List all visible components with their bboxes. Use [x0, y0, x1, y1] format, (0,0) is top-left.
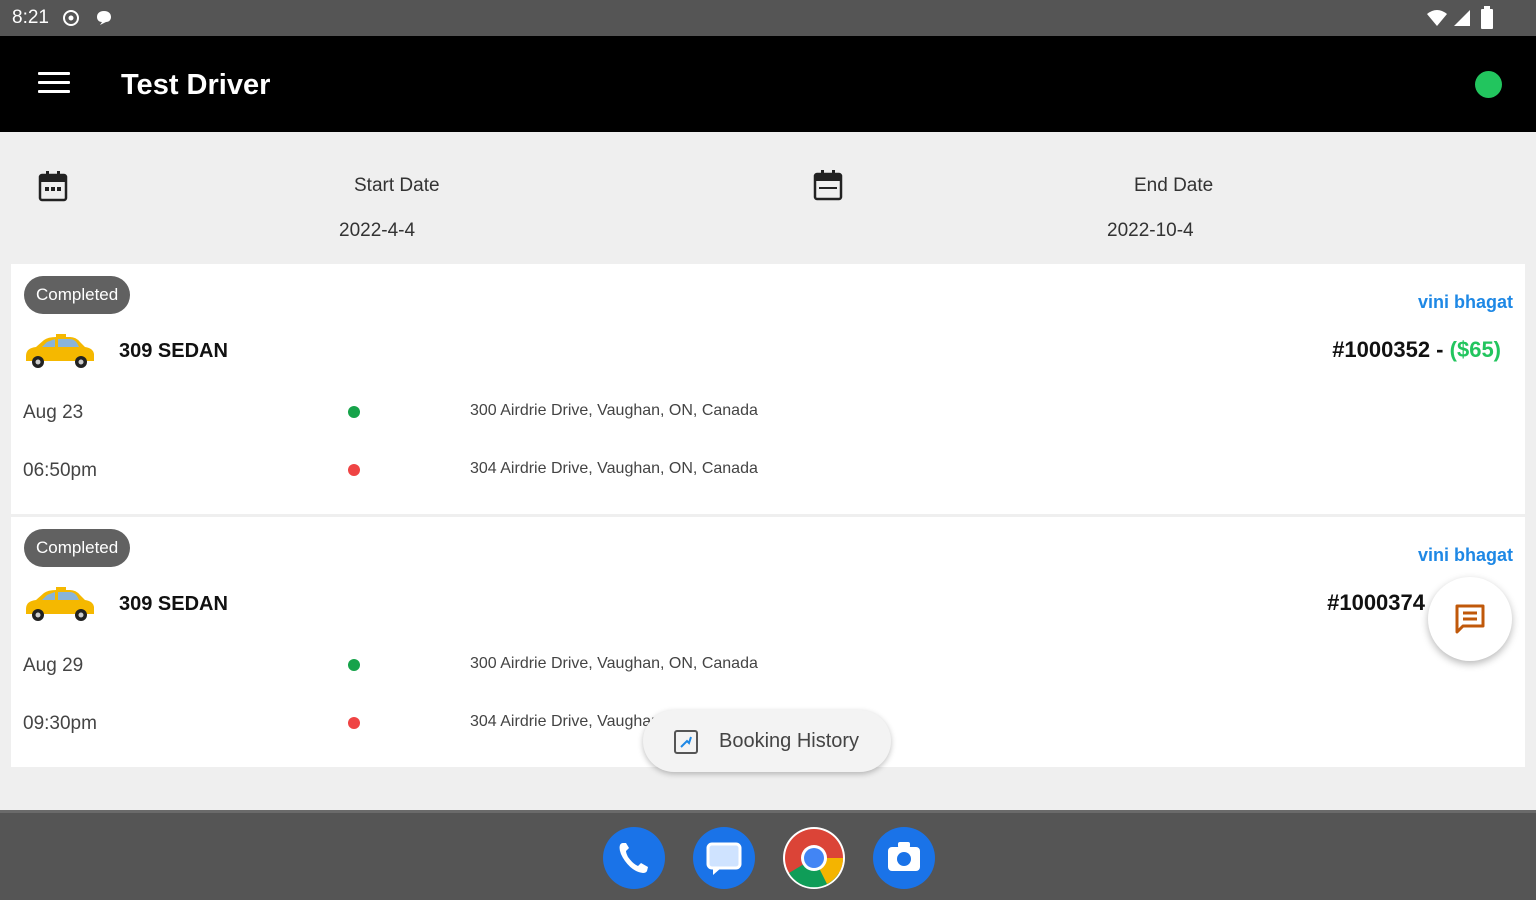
- booking-date: Aug 23: [23, 402, 84, 423]
- vehicle-name: 309 SEDAN: [119, 593, 228, 615]
- start-date-value[interactable]: 2022-4-4: [339, 220, 415, 242]
- phone-icon[interactable]: [603, 827, 665, 889]
- taxi-icon: [26, 587, 94, 621]
- booking-card[interactable]: Completed vini bhagat 309 SEDAN #1000352…: [11, 264, 1525, 514]
- status-badge: Completed: [24, 529, 131, 567]
- order-number: #1000374: [1327, 590, 1425, 616]
- driver-name: vini bhagat: [1417, 545, 1513, 565]
- end-calendar-icon[interactable]: [813, 169, 843, 201]
- booking-date: Aug 29: [23, 655, 84, 676]
- status-time: 8:21: [12, 7, 49, 28]
- dropoff-dot: [348, 464, 360, 476]
- status-bar: 8:21: [0, 0, 1536, 36]
- battery-icon: [1481, 6, 1493, 29]
- chat-button[interactable]: [1428, 577, 1512, 661]
- date-filter: Start Date 2022-4-4 End Date 2022-10-4: [0, 132, 1536, 262]
- chat-status-icon: [97, 11, 111, 25]
- page-title: Test Driver: [121, 69, 271, 101]
- dropoff-dot: [348, 717, 360, 729]
- dropoff-address: 304 Airdrie Drive, Vaughan, ON, Canada: [470, 460, 758, 477]
- status-badge: Completed: [24, 276, 131, 314]
- order-number: #1000352 - ($65): [1332, 337, 1501, 363]
- end-date-label: End Date: [1134, 175, 1214, 196]
- history-icon: [674, 730, 698, 754]
- settings-status-icon: [63, 10, 79, 26]
- pickup-address: 300 Airdrie Drive, Vaughan, ON, Canada: [470, 655, 758, 672]
- wifi-icon: [1427, 10, 1447, 26]
- pickup-address: 300 Airdrie Drive, Vaughan, ON, Canada: [470, 402, 758, 419]
- camera-icon[interactable]: [873, 827, 935, 889]
- order-price: ($65): [1449, 337, 1501, 362]
- navigation-dock: [0, 810, 1536, 900]
- signal-icon: [1454, 10, 1470, 26]
- menu-icon[interactable]: [38, 72, 70, 98]
- booking-history-label: Booking History: [719, 730, 860, 752]
- taxi-icon: [26, 334, 94, 368]
- app-bar: Test Driver: [0, 36, 1536, 132]
- chrome-icon[interactable]: [783, 827, 845, 889]
- order-id: #1000374: [1327, 590, 1425, 615]
- vehicle-name: 309 SEDAN: [119, 340, 228, 362]
- online-status-indicator[interactable]: [1475, 71, 1502, 98]
- start-calendar-icon[interactable]: [38, 170, 68, 202]
- order-id: #1000352 -: [1332, 337, 1444, 362]
- driver-name: vini bhagat: [1417, 292, 1513, 312]
- pickup-dot: [348, 406, 360, 418]
- messages-icon[interactable]: [693, 827, 755, 889]
- dropoff-address: 304 Airdrie Drive, Vaughan: [470, 713, 661, 730]
- chat-icon: [1455, 604, 1485, 634]
- end-date-value[interactable]: 2022-10-4: [1107, 220, 1194, 242]
- booking-time: 06:50pm: [23, 460, 97, 481]
- booking-time: 09:30pm: [23, 713, 97, 734]
- booking-history-button[interactable]: Booking History: [643, 710, 891, 772]
- pickup-dot: [348, 659, 360, 671]
- start-date-label: Start Date: [354, 175, 440, 196]
